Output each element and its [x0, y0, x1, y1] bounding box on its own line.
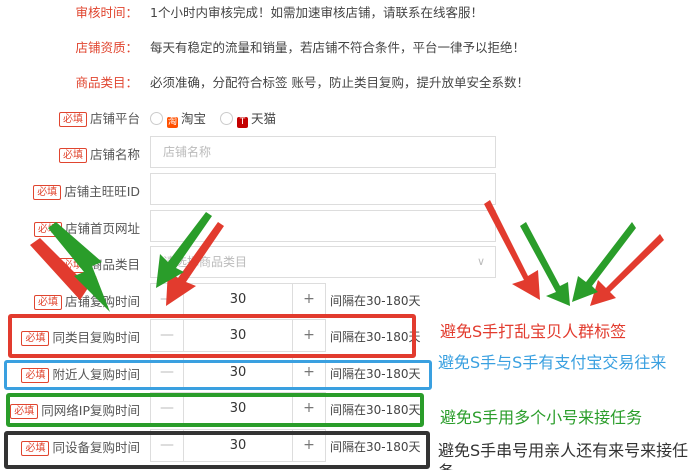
- arrow-icon: [484, 200, 540, 300]
- annotation-arrows: [30, 200, 664, 312]
- arrow-icon: [520, 222, 570, 306]
